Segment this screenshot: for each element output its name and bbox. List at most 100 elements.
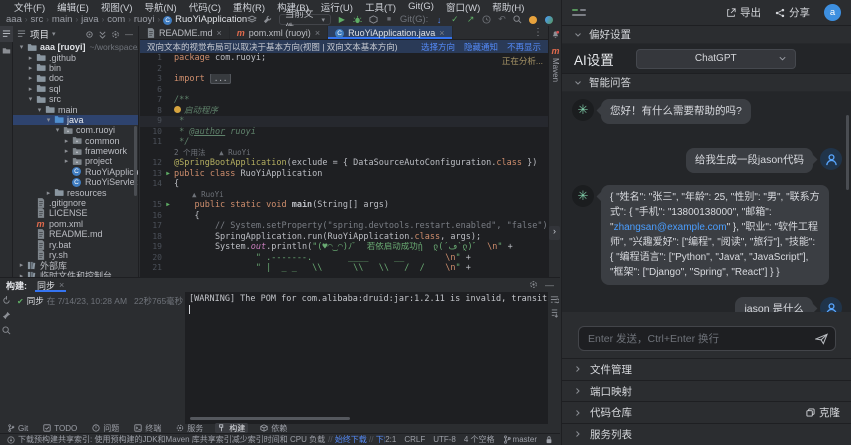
banner-action[interactable]: 不再显示 (507, 41, 541, 53)
tree-chevron-icon[interactable]: ▸ (26, 54, 35, 62)
toolwindow-服务[interactable]: 服务 (173, 423, 206, 433)
close-tab-icon[interactable]: × (59, 280, 64, 290)
clone-button[interactable]: 克隆 (806, 405, 840, 420)
tree-item-readme.md[interactable]: README.md (13, 229, 138, 239)
toolwindow-依赖[interactable]: 依赖 (257, 423, 290, 433)
git-commit-icon[interactable]: ✓ (450, 14, 460, 25)
stop-button[interactable]: ■ (384, 14, 394, 25)
indent-size[interactable]: 4 个空格 (464, 434, 495, 445)
tree-chevron-icon[interactable]: ▸ (44, 189, 53, 197)
code-view[interactable]: 1package com.ruoyi;23import ...67/**8启动程… (140, 53, 548, 277)
search-everywhere-icon[interactable] (513, 14, 523, 25)
tab-list-menu-icon[interactable]: ⋮ (528, 26, 548, 39)
toolwindow-构建[interactable]: 构建 (215, 423, 248, 433)
toolwindow-git[interactable]: Git (4, 423, 31, 433)
encoding[interactable]: UTF-8 (433, 435, 456, 444)
section-文件管理[interactable]: 文件管理 (562, 358, 851, 380)
tree-chevron-icon[interactable]: ▸ (62, 137, 71, 145)
pin-icon[interactable] (2, 311, 11, 320)
debug-button[interactable] (353, 14, 363, 25)
breadcrumb-item[interactable]: ruoyi (134, 14, 155, 25)
menu-item-5[interactable]: 代码(C) (183, 0, 227, 14)
build-console[interactable]: [WARNING] The POM for com.alibaba:druid:… (185, 292, 548, 424)
breadcrumb-item[interactable]: main (52, 14, 73, 25)
close-tab-icon[interactable]: × (315, 28, 320, 38)
menu-item-9[interactable]: 工具(T) (359, 0, 402, 14)
tree-item-aaa-ruoyi-[interactable]: ▾aaa [ruoyi]~/workspace/aaa (13, 42, 138, 52)
wrench-icon[interactable] (263, 14, 273, 25)
run-config-select[interactable]: 当前文件▾ (279, 14, 331, 25)
sync-status-row[interactable]: ✔ 同步 在 7/14/23, 10:28 AM 22秒765毫秒 (17, 295, 181, 307)
maven-tool-button[interactable]: mMaven (551, 46, 560, 82)
section-代码仓库[interactable]: 代码仓库克隆 (562, 401, 851, 423)
build-settings-gear-icon[interactable] (529, 280, 538, 290)
history-icon[interactable] (481, 14, 491, 25)
close-tab-icon[interactable]: × (439, 28, 444, 38)
tree-chevron-icon[interactable]: ▾ (17, 43, 26, 51)
tree-chevron-icon[interactable]: ▸ (62, 157, 71, 165)
model-select-dropdown[interactable]: ChatGPT (636, 49, 796, 69)
build-tab-sync[interactable]: 同步× (35, 278, 66, 292)
hide-panel-icon[interactable]: — (124, 30, 134, 39)
editor-tab-pom.xml-ruoyi-[interactable]: mpom.xml (ruoyi)× (230, 26, 328, 39)
git-push-icon[interactable]: ↗ (466, 14, 476, 25)
menu-item-12[interactable]: 帮助(H) (486, 0, 530, 14)
project-tree-scrollbar[interactable] (134, 126, 137, 196)
locate-file-icon[interactable] (85, 30, 95, 39)
section-服务列表[interactable]: 服务列表 (562, 423, 851, 445)
scroll-end-icon[interactable] (550, 309, 559, 318)
status-link[interactable]: 下载一次 (376, 435, 385, 444)
editor-tab-ruoyiapplication.java[interactable]: CRuoYiApplication.java× (328, 26, 452, 39)
commit-tool-icon[interactable] (0, 42, 13, 58)
menu-item-6[interactable]: 重构(R) (227, 0, 271, 14)
tree-item-ry.bat[interactable]: ry.bat (13, 239, 138, 249)
tree-chevron-icon[interactable]: ▾ (53, 126, 62, 134)
toolwindow-终端[interactable]: 终端 (131, 423, 164, 433)
soft-wrap-icon[interactable] (550, 295, 559, 304)
project-tool-icon[interactable] (0, 26, 13, 42)
tree-item-common[interactable]: ▸common (13, 136, 138, 146)
build-project-icon[interactable] (247, 14, 257, 25)
tree-chevron-icon[interactable]: ▸ (17, 261, 26, 269)
breadcrumb-item[interactable]: com (107, 14, 125, 25)
section-qa[interactable]: 智能问答 (562, 74, 851, 92)
breadcrumb-current[interactable]: CRuoYiApplication (163, 14, 247, 25)
plugin-icon[interactable] (544, 14, 554, 25)
tree-chevron-icon[interactable]: ▸ (26, 64, 35, 72)
intention-bulb-icon[interactable] (174, 106, 181, 113)
breadcrumb-item[interactable]: aaa (6, 14, 22, 25)
panel-settings-icon[interactable] (111, 30, 121, 39)
run-gutter-icon[interactable]: ▶ (162, 169, 174, 180)
tree-item-ruoyiservletinitiali[interactable]: CRuoYiServletInitiali (13, 177, 138, 187)
tree-item-license[interactable]: LICENSE (13, 208, 138, 218)
tree-chevron-icon[interactable]: ▸ (26, 85, 35, 93)
send-icon[interactable] (815, 332, 828, 345)
tree-item-resources[interactable]: ▸resources (13, 187, 138, 197)
collapse-all-icon[interactable] (98, 30, 108, 39)
status-link[interactable]: 始终下载 (335, 435, 367, 444)
share-button[interactable]: 分享 (775, 5, 810, 20)
breadcrumb-item[interactable]: java (81, 14, 98, 25)
menu-item-10[interactable]: Git(G) (402, 1, 440, 12)
menu-item-4[interactable]: 导航(N) (138, 0, 182, 14)
project-panel-title[interactable]: 项目 (30, 27, 49, 41)
tree-item-pom.xml[interactable]: mpom.xml (13, 219, 138, 229)
tree-item-sql[interactable]: ▸sql (13, 84, 138, 94)
menu-item-3[interactable]: 视图(V) (95, 0, 139, 14)
section-preferences[interactable]: 偏好设置 (562, 26, 851, 44)
tree-chevron-icon[interactable]: ▾ (44, 116, 53, 124)
tree-item-main[interactable]: ▾main (13, 104, 138, 114)
menu-item-1[interactable]: 文件(F) (8, 0, 51, 14)
git-update-icon[interactable]: ↓ (434, 14, 444, 25)
tree-item-bin[interactable]: ▸bin (13, 63, 138, 73)
email-link[interactable]: zhangsan@example.com (614, 222, 727, 233)
console-hscrollbar[interactable] (190, 417, 350, 420)
breadcrumb-item[interactable]: src (31, 14, 44, 25)
rollback-icon[interactable]: ↶ (497, 14, 507, 25)
stripe-expand-chevron[interactable]: › (549, 226, 560, 240)
close-tab-icon[interactable]: × (217, 28, 222, 38)
tree-item-.github[interactable]: ▸.github (13, 52, 138, 62)
toolwindow-todo[interactable]: TODO (40, 423, 80, 433)
menu-item-2[interactable]: 编辑(E) (51, 0, 95, 14)
tree-chevron-icon[interactable]: ▾ (35, 106, 44, 114)
